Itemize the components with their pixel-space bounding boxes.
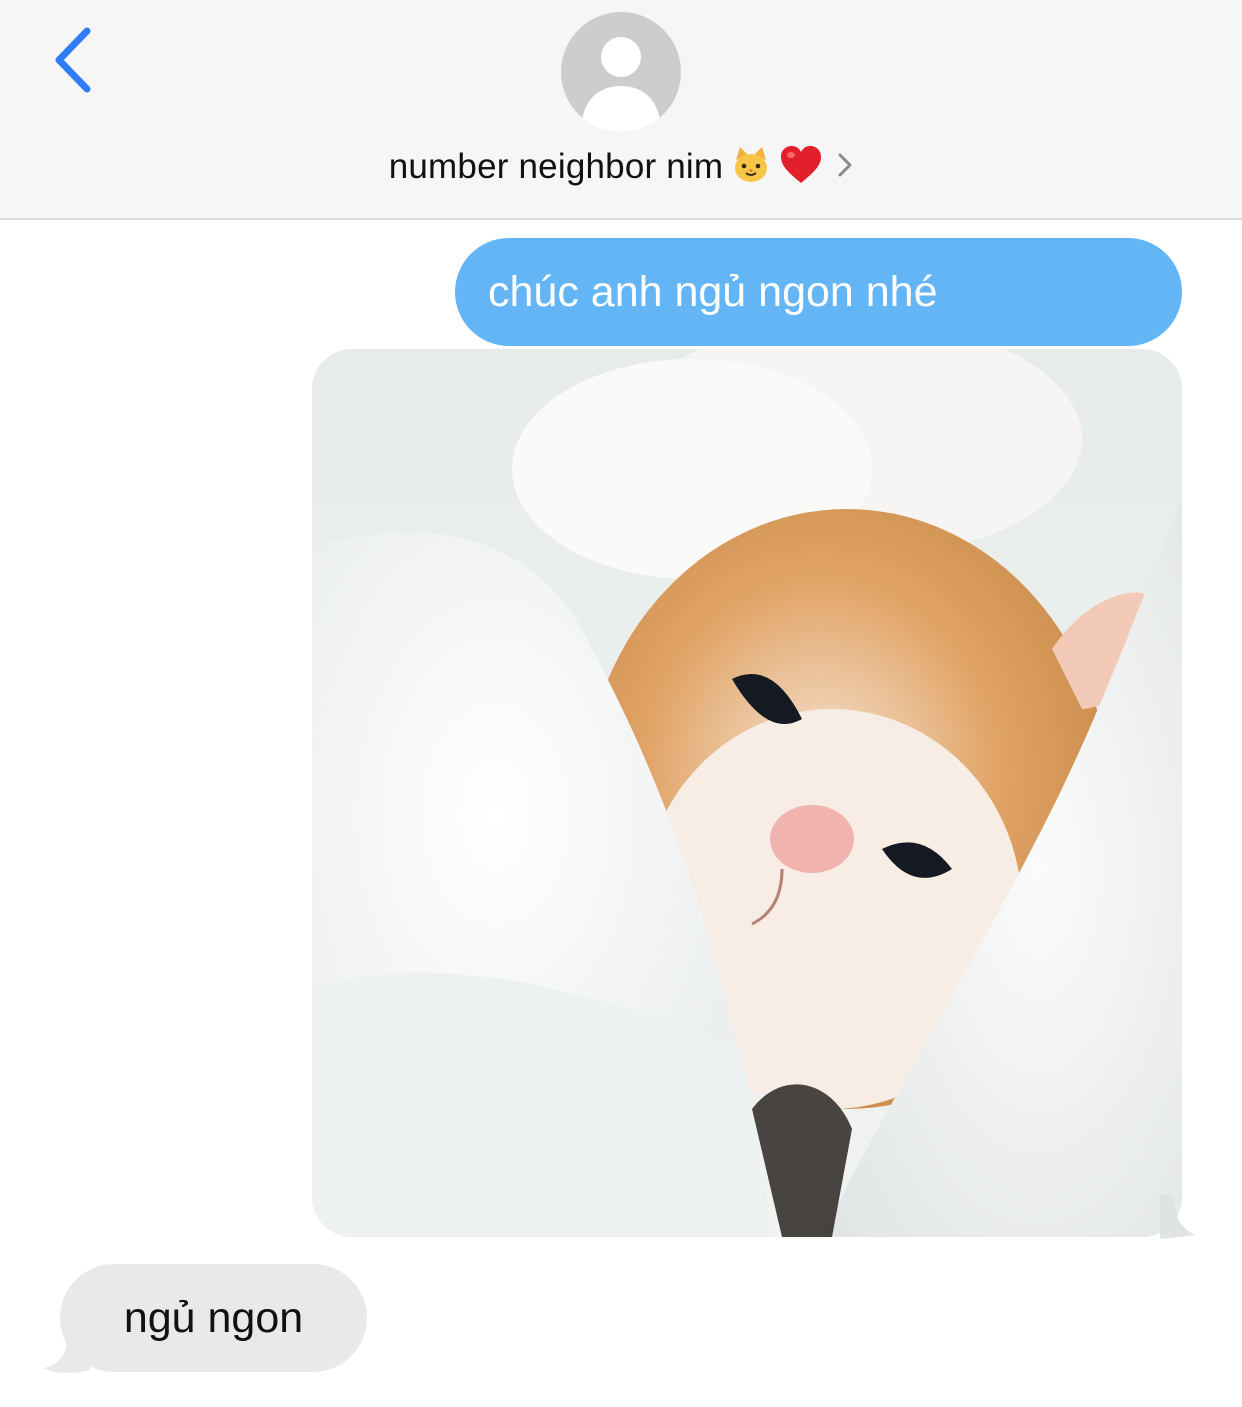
back-button[interactable] xyxy=(38,20,108,100)
contact-avatar[interactable] xyxy=(561,12,681,132)
conversation-screen: number neighbor nim chúc anh ngủ ngon nh… xyxy=(0,0,1242,1407)
person-silhouette-icon xyxy=(581,37,661,132)
sent-message-bubble[interactable]: chúc anh ngủ ngon nhé xyxy=(455,238,1182,346)
chevron-right-icon xyxy=(837,152,853,183)
cat-emoji-icon xyxy=(731,145,771,190)
contact-name: number neighbor nim xyxy=(388,147,724,186)
kitten-photo-image xyxy=(312,349,1182,1237)
received-message-text: ngủ ngon xyxy=(123,1293,304,1342)
conversation-header: number neighbor nim xyxy=(0,0,1242,220)
sent-bubble-tail xyxy=(1160,1195,1196,1239)
received-message-bubble[interactable]: ngủ ngon xyxy=(60,1264,367,1372)
chevron-left-icon xyxy=(55,27,91,93)
contact-info-button[interactable]: number neighbor nim xyxy=(0,140,1242,194)
sent-photo[interactable] xyxy=(312,349,1182,1237)
heart-emoji-icon xyxy=(779,145,823,190)
sent-message-text: chúc anh ngủ ngon nhé xyxy=(488,267,938,316)
